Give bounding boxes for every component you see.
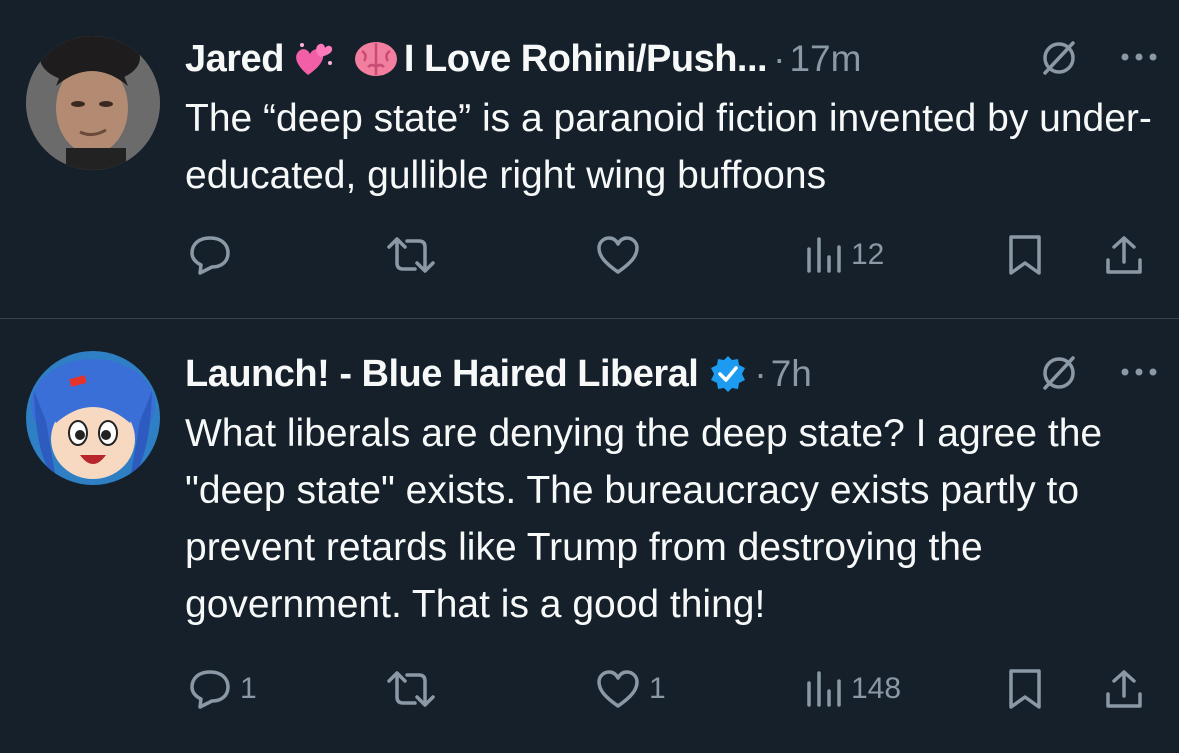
display-name[interactable]: Jared (185, 38, 284, 81)
tweet[interactable]: Jared I Love Rohini/Push... · 17m The “d… (0, 0, 1179, 318)
more-icon[interactable] (1119, 50, 1159, 68)
display-name[interactable]: Launch! - Blue Haired Liberal (185, 353, 699, 396)
like-icon (595, 234, 641, 276)
action-bar: 1 1 148 (185, 664, 1155, 714)
avatar[interactable] (26, 351, 160, 485)
reply-button[interactable]: 1 (188, 664, 257, 714)
views-icon (803, 669, 843, 709)
like-icon (595, 668, 641, 710)
view-count: 148 (851, 672, 902, 705)
bookmark-button[interactable] (1007, 230, 1043, 280)
separator-dot: · (754, 353, 767, 394)
sparkling-heart-emoji (292, 37, 336, 81)
retweet-icon (385, 235, 437, 275)
tweet-header: Launch! - Blue Haired Liberal · 7h (185, 349, 1159, 399)
like-count: 1 (649, 672, 666, 705)
share-button[interactable] (1103, 664, 1145, 714)
tweet-text: What liberals are denying the deep state… (185, 412, 1103, 626)
bookmark-button[interactable] (1007, 664, 1043, 714)
avatar[interactable] (26, 36, 160, 170)
retweet-icon (385, 669, 437, 709)
timestamp[interactable]: 7h (771, 353, 812, 395)
brain-emoji (352, 37, 397, 81)
like-button[interactable] (595, 230, 649, 280)
verified-badge-icon (708, 354, 748, 394)
action-bar: 12 (185, 230, 1155, 280)
separator-dot: · (773, 38, 786, 79)
views-button[interactable]: 12 (803, 230, 884, 280)
like-button[interactable]: 1 (595, 664, 666, 714)
retweet-button[interactable] (385, 664, 445, 714)
share-icon (1103, 668, 1145, 710)
more-icon[interactable] (1119, 365, 1159, 383)
tweet[interactable]: Launch! - Blue Haired Liberal · 7h What … (0, 319, 1179, 753)
reply-icon (188, 234, 232, 276)
reply-button[interactable] (188, 230, 240, 280)
reply-count: 1 (240, 672, 257, 705)
tweet-header: Jared I Love Rohini/Push... · 17m (185, 34, 1159, 84)
timestamp[interactable]: 17m (789, 38, 861, 80)
reply-icon (188, 668, 232, 710)
grok-slash-icon[interactable] (1039, 352, 1079, 397)
display-name-suffix[interactable]: I Love Rohini/Push... (404, 38, 768, 81)
tweet-text: The “deep state” is a paranoid fiction i… (185, 97, 1152, 197)
bookmark-icon (1007, 233, 1043, 277)
share-icon (1103, 234, 1145, 276)
views-icon (803, 235, 843, 275)
retweet-button[interactable] (385, 230, 445, 280)
view-count: 12 (851, 238, 885, 271)
bookmark-icon (1007, 667, 1043, 711)
grok-slash-icon[interactable] (1039, 37, 1079, 82)
views-button[interactable]: 148 (803, 664, 901, 714)
share-button[interactable] (1103, 230, 1145, 280)
